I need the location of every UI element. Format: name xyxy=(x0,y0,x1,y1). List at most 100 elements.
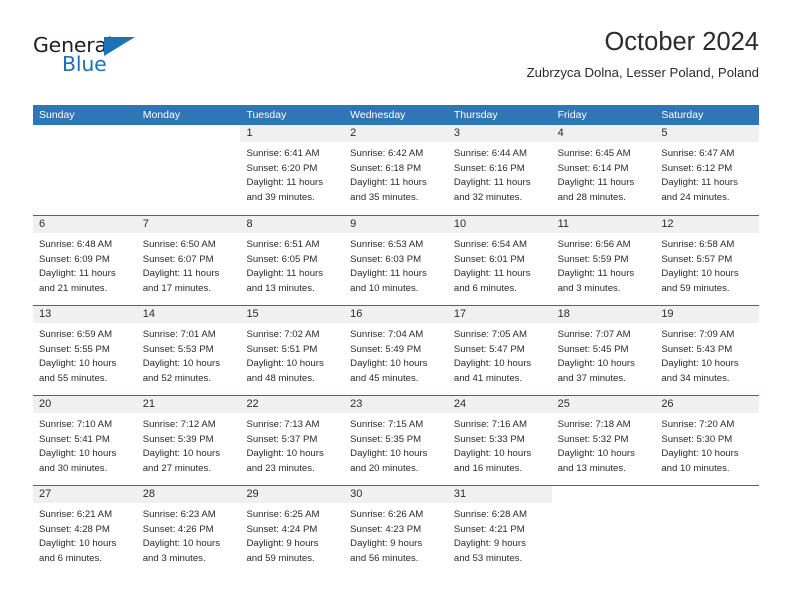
sunset-text: Sunset: 4:26 PM xyxy=(142,523,214,535)
calendar-day-cell[interactable]: 28 Sunrise: 6:23 AM Sunset: 4:26 PM Dayligh… xyxy=(136,486,241,575)
calendar-day-cell[interactable]: 4 Sunrise: 6:45 AM Sunset: 6:14 PM Daylight… xyxy=(551,125,656,215)
day-sun-info: Sunrise: 6:23 AM Sunset: 4:26 PM Daylight:… xyxy=(137,503,241,566)
daylight-text-line1: Daylight: 10 hours xyxy=(142,358,221,370)
daylight-text-line2: and 28 minutes. xyxy=(557,191,626,203)
weekday-header-sunday: Sunday xyxy=(39,109,75,121)
sunrise-text: Sunrise: 6:25 AM xyxy=(246,509,320,520)
day-sun-info: Sunrise: 6:44 AM Sunset: 6:16 PM Daylight:… xyxy=(448,142,552,205)
calendar-day-cell[interactable]: 26 Sunrise: 7:20 AM Sunset: 5:30 PM Dayligh… xyxy=(655,396,760,485)
day-sun-info: Sunrise: 6:41 AM Sunset: 6:20 PM Daylight:… xyxy=(240,142,344,205)
day-number: 9 xyxy=(350,218,357,230)
calendar-day-cell[interactable]: 3 Sunrise: 6:44 AM Sunset: 6:16 PM Daylight… xyxy=(447,125,552,215)
calendar-day-cell[interactable]: 14 Sunrise: 7:01 AM Sunset: 5:53 PM Dayligh… xyxy=(136,306,241,395)
daylight-text-line1: Daylight: 11 hours xyxy=(557,177,635,189)
day-number-strip: 2 xyxy=(344,125,448,142)
calendar-day-cell[interactable]: 9 Sunrise: 6:53 AM Sunset: 6:03 PM Daylight… xyxy=(344,216,448,305)
daylight-text-line1: Daylight: 9 hours xyxy=(246,538,319,550)
day-number: 26 xyxy=(661,398,674,410)
day-sun-info: Sunrise: 7:04 AM Sunset: 5:49 PM Daylight:… xyxy=(344,323,448,386)
sunset-text: Sunset: 4:23 PM xyxy=(350,523,422,535)
sunrise-text: Sunrise: 6:44 AM xyxy=(453,148,527,159)
calendar-day-cell[interactable]: 10 Sunrise: 6:54 AM Sunset: 6:01 PM Dayligh… xyxy=(447,216,552,305)
calendar-day-cell[interactable]: 30 Sunrise: 6:26 AM Sunset: 4:23 PM Dayligh… xyxy=(344,486,448,575)
general-blue-logo[interactable]: General Blue xyxy=(33,34,163,80)
day-number-strip: 29 xyxy=(240,486,345,503)
day-sun-info: Sunrise: 7:05 AM Sunset: 5:47 PM Daylight:… xyxy=(448,323,552,386)
calendar-day-cell[interactable]: 2 Sunrise: 6:42 AM Sunset: 6:18 PM Daylight… xyxy=(344,125,448,215)
calendar-day-cell[interactable]: 25 Sunrise: 7:18 AM Sunset: 5:32 PM Dayligh… xyxy=(551,396,656,485)
sunrise-text: Sunrise: 7:12 AM xyxy=(142,419,216,430)
sunset-text: Sunset: 5:39 PM xyxy=(142,433,214,445)
day-sun-info: Sunrise: 6:45 AM Sunset: 6:14 PM Daylight:… xyxy=(552,142,656,205)
calendar-day-cell[interactable]: 6 Sunrise: 6:48 AM Sunset: 6:09 PM Daylight… xyxy=(33,216,137,305)
calendar-day-cell[interactable]: 31 Sunrise: 6:28 AM Sunset: 4:21 PM Dayligh… xyxy=(447,486,552,575)
calendar-day-cell[interactable]: 1 Sunrise: 6:41 AM Sunset: 6:20 PM Daylight… xyxy=(240,125,345,215)
sunset-text: Sunset: 4:21 PM xyxy=(453,523,525,535)
day-number-strip xyxy=(552,486,656,503)
calendar-day-cell[interactable]: 13 Sunrise: 6:59 AM Sunset: 5:55 PM Dayligh… xyxy=(33,306,137,395)
sunrise-text: Sunrise: 7:05 AM xyxy=(453,329,527,340)
daylight-text-line2: and 21 minutes. xyxy=(39,282,108,294)
sunset-text: Sunset: 5:53 PM xyxy=(142,343,214,355)
calendar-page: General Blue October 2024 Zubrzyca Dolna… xyxy=(0,0,792,612)
sunset-text: Sunset: 5:43 PM xyxy=(661,343,733,355)
calendar-day-cell[interactable]: 7 Sunrise: 6:50 AM Sunset: 6:07 PM Daylight… xyxy=(136,216,241,305)
sunset-text: Sunset: 5:49 PM xyxy=(350,343,422,355)
calendar-day-cell[interactable]: 23 Sunrise: 7:15 AM Sunset: 5:35 PM Dayligh… xyxy=(344,396,448,485)
sunrise-text: Sunrise: 6:41 AM xyxy=(246,148,320,159)
day-sun-info: Sunrise: 7:09 AM Sunset: 5:43 PM Daylight:… xyxy=(655,323,759,386)
calendar-day-cell[interactable]: 19 Sunrise: 7:09 AM Sunset: 5:43 PM Dayligh… xyxy=(655,306,760,395)
calendar-day-cell[interactable]: 5 Sunrise: 6:47 AM Sunset: 6:12 PM Daylight… xyxy=(655,125,760,215)
day-number-strip: 22 xyxy=(240,396,345,413)
calendar-day-cell[interactable]: 11 Sunrise: 6:56 AM Sunset: 5:59 PM Dayligh… xyxy=(551,216,656,305)
day-sun-info: Sunrise: 6:51 AM Sunset: 6:05 PM Daylight:… xyxy=(240,233,344,296)
daylight-text-line1: Daylight: 10 hours xyxy=(661,268,739,280)
sunset-text: Sunset: 6:12 PM xyxy=(661,162,733,174)
day-number-strip: 9 xyxy=(344,216,448,233)
sunset-text: Sunset: 5:47 PM xyxy=(453,343,525,355)
calendar-day-cell[interactable]: 21 Sunrise: 7:12 AM Sunset: 5:39 PM Dayligh… xyxy=(136,396,241,485)
day-number: 22 xyxy=(246,398,259,410)
day-number: 19 xyxy=(661,308,674,320)
calendar-day-cell[interactable]: 22 Sunrise: 7:13 AM Sunset: 5:37 PM Dayligh… xyxy=(240,396,345,485)
day-sun-info: Sunrise: 7:15 AM Sunset: 5:35 PM Daylight:… xyxy=(344,413,448,476)
day-number: 10 xyxy=(453,218,467,230)
calendar-day-cell[interactable]: 16 Sunrise: 7:04 AM Sunset: 5:49 PM Dayligh… xyxy=(344,306,448,395)
day-number: 13 xyxy=(39,308,52,320)
calendar-day-cell[interactable]: 15 Sunrise: 7:02 AM Sunset: 5:51 PM Dayligh… xyxy=(240,306,345,395)
day-number: 25 xyxy=(557,398,570,410)
daylight-text-line1: Daylight: 11 hours xyxy=(453,268,531,280)
day-number: 17 xyxy=(453,308,467,320)
calendar-weeks: 1 Sunrise: 6:41 AM Sunset: 6:20 PM Daylight… xyxy=(33,125,760,575)
daylight-text-line1: Daylight: 10 hours xyxy=(39,358,117,370)
sunset-text: Sunset: 5:57 PM xyxy=(661,253,733,265)
calendar-day-cell[interactable]: 27 Sunrise: 6:21 AM Sunset: 4:28 PM Dayligh… xyxy=(33,486,137,575)
calendar-day-cell[interactable]: 29 Sunrise: 6:25 AM Sunset: 4:24 PM Dayligh… xyxy=(240,486,345,575)
day-number-strip: 14 xyxy=(136,306,241,323)
sunrise-text: Sunrise: 6:59 AM xyxy=(39,329,113,340)
sunset-text: Sunset: 6:05 PM xyxy=(246,253,318,265)
sunrise-text: Sunrise: 6:58 AM xyxy=(661,239,735,250)
daylight-text-line2: and 3 minutes. xyxy=(557,282,621,294)
daylight-text-line1: Daylight: 11 hours xyxy=(350,177,427,189)
calendar-day-cell[interactable]: 20 Sunrise: 7:10 AM Sunset: 5:41 PM Dayligh… xyxy=(33,396,137,485)
sunrise-text: Sunrise: 6:47 AM xyxy=(661,148,735,159)
day-number: 16 xyxy=(350,308,363,320)
day-number: 3 xyxy=(453,127,460,139)
daylight-text-line1: Daylight: 10 hours xyxy=(661,358,739,370)
day-number-strip: 30 xyxy=(344,486,448,503)
day-sun-info: Sunrise: 6:59 AM Sunset: 5:55 PM Daylight:… xyxy=(33,323,137,386)
sunset-text: Sunset: 6:01 PM xyxy=(453,253,525,265)
day-number: 15 xyxy=(246,308,259,320)
weekday-header-wednesday: Wednesday xyxy=(350,109,406,121)
daylight-text-line1: Daylight: 10 hours xyxy=(142,448,221,460)
day-number: 1 xyxy=(246,127,253,139)
daylight-text-line2: and 3 minutes. xyxy=(142,552,206,564)
calendar-day-cell-empty xyxy=(552,486,656,575)
calendar-day-cell[interactable]: 18 Sunrise: 7:07 AM Sunset: 5:45 PM Dayligh… xyxy=(551,306,656,395)
sunset-text: Sunset: 5:33 PM xyxy=(453,433,525,445)
calendar-day-cell[interactable]: 8 Sunrise: 6:51 AM Sunset: 6:05 PM Daylight… xyxy=(240,216,345,305)
calendar-day-cell[interactable]: 24 Sunrise: 7:16 AM Sunset: 5:33 PM Dayligh… xyxy=(447,396,552,485)
calendar-day-cell[interactable]: 17 Sunrise: 7:05 AM Sunset: 5:47 PM Dayligh… xyxy=(447,306,552,395)
calendar-day-cell[interactable]: 12 Sunrise: 6:58 AM Sunset: 5:57 PM Dayligh… xyxy=(655,216,760,305)
